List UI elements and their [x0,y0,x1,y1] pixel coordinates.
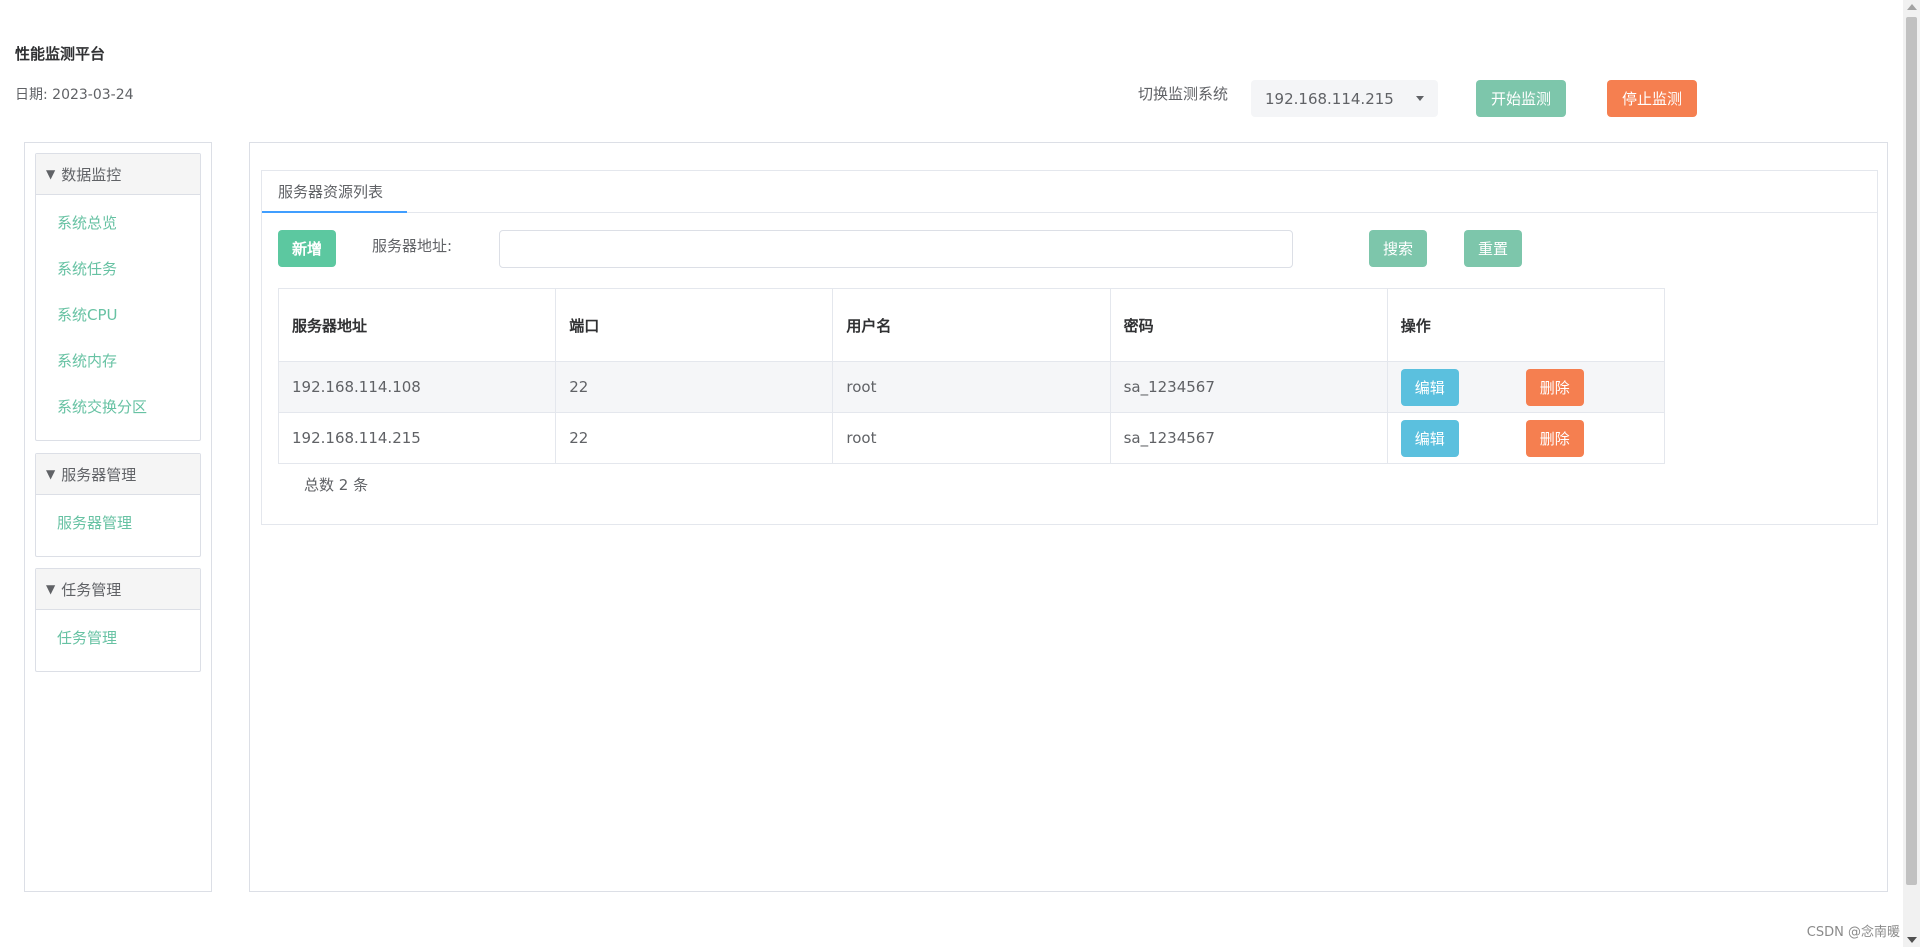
page-title: 性能监测平台 [15,45,106,63]
cell-address: 192.168.114.108 [277,361,557,413]
triangle-down-icon: ▼ [46,467,56,481]
menu-group-title: 服务器管理 [61,465,137,484]
column-header-address: 服务器地址 [277,288,557,362]
tab-server-resource-list[interactable]: 服务器资源列表 [262,171,407,213]
triangle-down-icon: ▼ [46,167,56,181]
menu-group-title: 数据监控 [61,165,122,184]
sidebar-item-task-management[interactable]: 任务管理 [36,614,200,660]
edit-button[interactable]: 编辑 [1400,369,1459,406]
sidebar-item-swap[interactable]: 系统交换分区 [36,383,200,429]
reset-button[interactable]: 重置 [1464,230,1522,267]
cell-port: 22 [555,412,834,464]
cell-username: root [832,412,1111,464]
cell-password: sa_1234567 [1109,412,1388,464]
tab-bar: 服务器资源列表 [262,171,1877,213]
sidebar: ▼ 数据监控 系统总览 系统任务 系统CPU 系统内存 系统交换分区 ▼ 服务器… [24,142,212,892]
date-label: 日期: 2023-03-24 [15,87,134,103]
server-address-label: 服务器地址: [372,237,453,255]
menu-group-header[interactable]: ▼ 任务管理 [36,569,200,610]
scroll-down-arrow-icon[interactable] [1907,937,1917,943]
column-header-password: 密码 [1109,288,1388,362]
sidebar-item-tasks[interactable]: 系统任务 [36,245,200,291]
sidebar-item-cpu[interactable]: 系统CPU [36,291,200,337]
cell-actions: 编辑 删除 [1386,412,1666,464]
column-header-actions: 操作 [1386,288,1666,362]
triangle-down-icon: ▼ [46,582,56,596]
search-button[interactable]: 搜索 [1369,230,1427,267]
scroll-up-arrow-icon[interactable] [1907,4,1917,10]
chevron-down-icon [1416,96,1424,101]
server-table: 服务器地址 端口 用户名 密码 操作 192.168.114.108 22 ro… [277,288,1666,464]
switch-system-label: 切换监测系统 [1138,85,1229,103]
system-select[interactable]: 192.168.114.215 [1251,80,1438,117]
stop-monitor-button[interactable]: 停止监测 [1607,80,1697,117]
cell-username: root [832,361,1111,413]
cell-actions: 编辑 删除 [1386,361,1666,413]
column-header-port: 端口 [555,288,834,362]
cell-address: 192.168.114.215 [277,412,557,464]
menu-group-server-management: ▼ 服务器管理 服务器管理 [35,453,201,557]
menu-group-header[interactable]: ▼ 服务器管理 [36,454,200,495]
cell-password: sa_1234567 [1109,361,1388,413]
sidebar-item-server-management[interactable]: 服务器管理 [36,499,200,545]
total-count: 总数 2 条 [304,476,369,494]
menu-group-data-monitor: ▼ 数据监控 系统总览 系统任务 系统CPU 系统内存 系统交换分区 [35,153,201,441]
main-panel: 服务器资源列表 新增 服务器地址: 搜索 重置 服务器地址 端口 用户名 密码 … [249,142,1888,892]
edit-button[interactable]: 编辑 [1400,420,1459,457]
table-row: 192.168.114.108 22 root sa_1234567 编辑 删除 [277,361,1666,413]
table-header-row: 服务器地址 端口 用户名 密码 操作 [277,288,1666,362]
server-address-input[interactable] [499,230,1293,268]
server-list-card: 服务器资源列表 新增 服务器地址: 搜索 重置 服务器地址 端口 用户名 密码 … [261,170,1878,525]
vertical-scrollbar[interactable] [1903,0,1920,947]
cell-port: 22 [555,361,834,413]
watermark: CSDN @念南暖 [1806,925,1900,940]
column-header-username: 用户名 [832,288,1111,362]
add-button[interactable]: 新增 [278,230,336,267]
menu-group-title: 任务管理 [61,580,122,599]
menu-group-header[interactable]: ▼ 数据监控 [36,154,200,195]
scrollbar-thumb[interactable] [1906,17,1917,885]
delete-button[interactable]: 删除 [1525,369,1584,406]
sidebar-item-overview[interactable]: 系统总览 [36,199,200,245]
menu-group-task-management: ▼ 任务管理 任务管理 [35,568,201,672]
system-select-value: 192.168.114.215 [1265,89,1394,108]
start-monitor-button[interactable]: 开始监测 [1476,80,1566,117]
delete-button[interactable]: 删除 [1525,420,1584,457]
sidebar-item-memory[interactable]: 系统内存 [36,337,200,383]
table-row: 192.168.114.215 22 root sa_1234567 编辑 删除 [277,412,1666,464]
